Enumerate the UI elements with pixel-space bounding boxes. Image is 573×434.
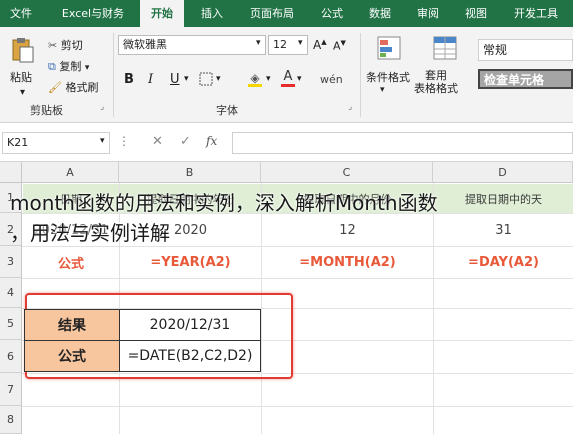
caption-line-2: ，用法与实例详解 <box>10 221 170 245</box>
column-header-c[interactable]: C <box>261 162 433 183</box>
row-header-3[interactable]: 3 <box>0 246 22 278</box>
borders-icon[interactable] <box>198 71 214 87</box>
phonetic-icon[interactable]: wén <box>320 73 343 86</box>
paste-dropdown-icon[interactable]: ▾ <box>20 87 25 98</box>
scissors-icon: ✂ <box>48 39 58 52</box>
name-box-dropdown-icon[interactable]: ▾ <box>100 136 105 146</box>
cell-c3[interactable]: =MONTH(A2) <box>262 247 433 278</box>
insert-function-button[interactable]: fx <box>206 134 217 148</box>
tab-insert[interactable]: 插入 <box>192 0 232 27</box>
format-painter-button[interactable]: 🖌 格式刷 <box>48 79 98 95</box>
result-value-cell[interactable]: 2020/12/31 <box>119 309 261 341</box>
divider <box>360 33 361 117</box>
font-launcher-icon[interactable]: ⌟ <box>348 102 352 112</box>
cut-label: 剪切 <box>60 39 83 52</box>
clipboard-group-label: 剪贴板 <box>30 104 63 117</box>
caption-line-1: month函数的用法和实例，深入解析Month函数 <box>10 191 438 215</box>
fill-color-icon[interactable]: ◈ <box>246 69 264 89</box>
cancel-icon[interactable]: ✕ <box>152 134 163 149</box>
conditional-format-button[interactable]: 条件格式 <box>366 69 410 85</box>
underline-dropdown-icon[interactable]: ▾ <box>184 74 189 84</box>
column-header-d[interactable]: D <box>433 162 573 183</box>
ribbon-home: 粘贴 ▾ ✂ 剪切 ⧉ 复制 ▾ 🖌 格式刷 剪贴板 ⌟ 微软雅黑 ▾ 12 ▾… <box>0 27 573 123</box>
gridline <box>22 406 573 407</box>
paste-icon[interactable] <box>10 35 36 65</box>
number-format-cell-style[interactable]: 常规 <box>478 39 573 61</box>
font-name-select[interactable]: 微软雅黑 <box>118 35 266 55</box>
row-header-6[interactable]: 6 <box>0 340 22 373</box>
result-label-cell[interactable]: 结果 <box>24 309 120 341</box>
formula-input[interactable] <box>232 132 573 154</box>
copy-icon: ⧉ <box>48 60 56 73</box>
caption-overlay: month函数的用法和实例，深入解析Month函数 ，用法与实例详解 <box>0 188 573 248</box>
chevron-down-icon: ▾ <box>84 63 90 73</box>
paste-button[interactable]: 粘贴 <box>10 69 32 85</box>
increase-font-icon[interactable]: A▲ <box>313 38 327 52</box>
italic-button[interactable]: I <box>148 72 153 87</box>
cell-d3[interactable]: =DAY(A2) <box>434 247 573 278</box>
format-painter-label: 格式刷 <box>65 81 99 94</box>
column-header-b[interactable]: B <box>119 162 261 183</box>
cell-a3[interactable]: 公式 <box>23 247 119 278</box>
borders-dropdown-icon[interactable]: ▾ <box>216 74 221 84</box>
row-header-8[interactable]: 8 <box>0 406 22 434</box>
tab-excel-finance[interactable]: Excel与财务 <box>52 0 134 27</box>
column-header-a[interactable]: A <box>22 162 119 183</box>
row-header-4[interactable]: 4 <box>0 278 22 308</box>
divider <box>113 33 114 117</box>
tab-home[interactable]: 开始 <box>140 0 184 27</box>
enter-icon[interactable]: ✓ <box>180 134 191 149</box>
fill-color-dropdown-icon[interactable]: ▾ <box>266 74 271 84</box>
font-size-dropdown-icon[interactable]: ▾ <box>298 38 303 48</box>
table-format-button[interactable]: 套用 表格格式 <box>414 69 458 95</box>
tab-file[interactable]: 文件 <box>0 0 42 27</box>
decrease-font-icon[interactable]: A▼ <box>333 39 346 53</box>
formula-label-cell[interactable]: 公式 <box>24 340 120 372</box>
clipboard-launcher-icon[interactable]: ⌟ <box>100 102 104 112</box>
formula-value-cell[interactable]: =DATE(B2,C2,D2) <box>119 340 261 372</box>
font-group-label: 字体 <box>216 104 238 117</box>
name-box[interactable]: K21 <box>2 132 110 154</box>
font-color-icon[interactable]: A <box>280 67 296 89</box>
tab-review[interactable]: 审阅 <box>408 0 448 27</box>
underline-button[interactable]: U <box>170 72 180 87</box>
check-cell-style[interactable]: 检查单元格 <box>478 69 573 89</box>
ribbon-tab-bar: 文件 Excel与财务 开始 插入 页面布局 公式 数据 审阅 视图 开发工具 <box>0 0 573 27</box>
gridline <box>22 278 573 279</box>
cell-b3[interactable]: =YEAR(A2) <box>120 247 261 278</box>
copy-button[interactable]: ⧉ 复制 ▾ <box>48 58 89 74</box>
tab-data[interactable]: 数据 <box>360 0 400 27</box>
tab-formulas[interactable]: 公式 <box>312 0 352 27</box>
conditional-format-icon[interactable] <box>376 35 402 63</box>
table-format-icon[interactable] <box>432 35 458 63</box>
conditional-format-dropdown-icon[interactable]: ▾ <box>380 85 385 95</box>
tab-page-layout[interactable]: 页面布局 <box>240 0 304 27</box>
brush-icon: 🖌 <box>48 81 62 94</box>
font-color-glyph: A <box>283 68 293 84</box>
bold-button[interactable]: B <box>124 72 134 87</box>
font-color-dropdown-icon[interactable]: ▾ <box>297 74 302 84</box>
tab-developer[interactable]: 开发工具 <box>504 0 568 27</box>
row-header-7[interactable]: 7 <box>0 373 22 406</box>
font-name-dropdown-icon[interactable]: ▾ <box>256 38 261 48</box>
row-header-5[interactable]: 5 <box>0 308 22 340</box>
select-all-corner[interactable] <box>0 162 22 183</box>
more-options-icon: ⋮ <box>118 134 130 148</box>
copy-label: 复制 <box>59 60 82 73</box>
cut-button[interactable]: ✂ 剪切 <box>48 37 83 53</box>
formula-bar: K21 ▾ ⋮ ✕ ✓ fx <box>0 123 573 162</box>
tab-view[interactable]: 视图 <box>456 0 496 27</box>
